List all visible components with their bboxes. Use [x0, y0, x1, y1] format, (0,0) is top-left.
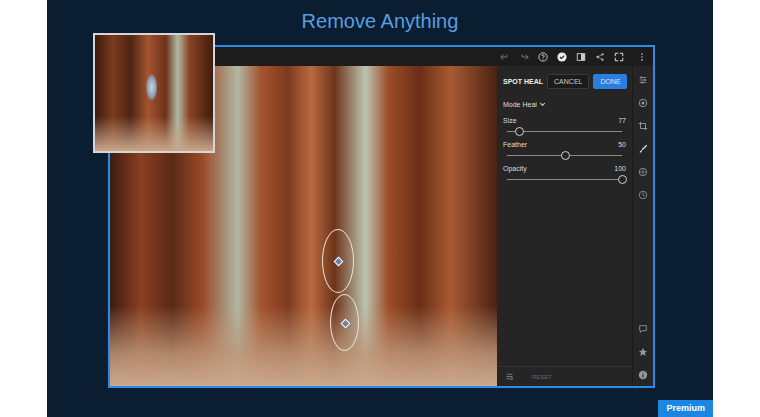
fullscreen-icon[interactable]	[614, 52, 624, 62]
panel-button[interactable]: CANCEL	[547, 74, 589, 89]
heal-area[interactable]	[330, 294, 359, 351]
slider: Size 77	[503, 116, 626, 132]
slider-label: Feather	[503, 140, 527, 149]
reset-button[interactable]: RESET	[532, 374, 552, 380]
compare-icon[interactable]	[576, 52, 586, 62]
slider-label: Size	[503, 116, 517, 125]
share-icon[interactable]	[595, 52, 605, 62]
color-icon[interactable]	[638, 98, 648, 108]
promo-panel: Remove Anything SPOT HEAL CANCEL DONE Mode H…	[47, 0, 713, 417]
slider-knob[interactable]	[618, 175, 627, 184]
slider-value: 50	[618, 140, 626, 149]
slider-value: 100	[614, 164, 626, 173]
promo-title: Remove Anything	[47, 8, 713, 34]
history-icon[interactable]	[638, 190, 648, 200]
chevron-down-icon	[539, 101, 546, 108]
spot-heal-panel: SPOT HEAL CANCEL DONE Mode Heal Size 77 Feathe…	[497, 66, 632, 386]
help-icon[interactable]	[538, 52, 548, 62]
panel-title: SPOT HEAL	[503, 78, 543, 85]
heal-area[interactable]	[322, 229, 354, 293]
info-icon[interactable]	[638, 370, 648, 380]
before-thumbnail	[93, 33, 215, 153]
tool-strip	[632, 66, 653, 386]
slider-value: 77	[618, 116, 626, 125]
star-icon[interactable]	[638, 347, 648, 357]
slider-knob[interactable]	[561, 151, 570, 160]
panel-footer: RESET	[497, 366, 632, 386]
more-icon[interactable]	[637, 52, 647, 62]
sliders-icon[interactable]	[638, 75, 648, 85]
panel-header: SPOT HEAL CANCEL DONE	[503, 74, 626, 89]
slider-track[interactable]	[507, 131, 622, 132]
heal-handle[interactable]	[334, 257, 344, 267]
slider-knob[interactable]	[515, 127, 524, 136]
slider-track[interactable]	[507, 155, 622, 156]
undo-icon[interactable]	[500, 52, 510, 62]
slider: Feather 50	[503, 140, 626, 156]
comment-icon[interactable]	[638, 324, 648, 334]
redo-icon[interactable]	[519, 52, 529, 62]
panel-button[interactable]: DONE	[593, 74, 627, 89]
grid-icon[interactable]	[638, 167, 648, 177]
brush-icon[interactable]	[638, 144, 648, 154]
slider: Opacity 100	[503, 164, 626, 180]
premium-badge: Premium	[658, 400, 713, 417]
preset-icon[interactable]	[505, 372, 514, 381]
mode-dropdown[interactable]: Mode Heal	[503, 101, 626, 108]
check-circle-icon[interactable]	[557, 52, 567, 62]
page: Remove Anything SPOT HEAL CANCEL DONE Mode H…	[0, 0, 760, 417]
crop-icon[interactable]	[638, 121, 648, 131]
slider-label: Opacity	[503, 164, 527, 173]
heal-handle[interactable]	[340, 318, 350, 328]
slider-track[interactable]	[507, 179, 622, 180]
